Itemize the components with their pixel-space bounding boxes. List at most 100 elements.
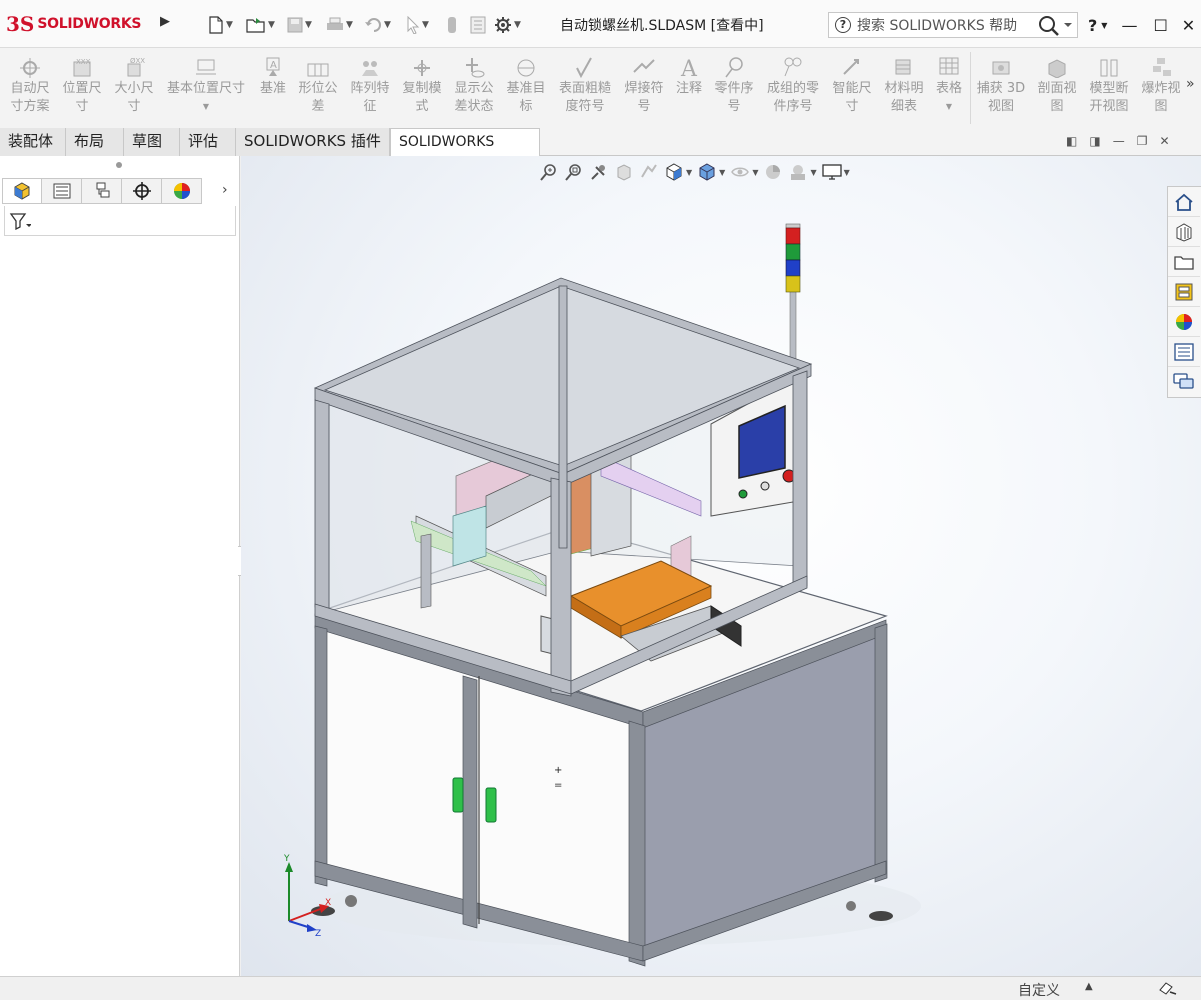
- print-icon: [327, 17, 343, 30]
- ribbon-note[interactable]: A 注释: [672, 54, 706, 98]
- cursor-arrow-icon: [407, 16, 420, 34]
- show-tolerance-status-icon: [466, 58, 485, 78]
- graphics-area[interactable]: ▼ ▼ ▼ ▼ ▼ + = Y X Z: [241, 156, 1201, 976]
- ribbon-datum[interactable]: A 基准: [254, 54, 292, 98]
- solidworks-logo[interactable]: 3S SOLIDWORKS: [6, 6, 156, 42]
- ribbon-exploded-view[interactable]: 爆炸视 图: [1136, 54, 1186, 116]
- ribbon-stacked-balloon[interactable]: 成组的零 件序号: [762, 54, 824, 116]
- open-document-button[interactable]: ▼: [246, 14, 275, 36]
- appearances-tab[interactable]: [1168, 307, 1200, 337]
- panel-grip-handle[interactable]: [116, 162, 122, 168]
- crosshair-icon: [132, 182, 151, 200]
- ribbon-weld-symbol[interactable]: 焊接符 号: [620, 54, 668, 116]
- axis-y-label: Y: [283, 854, 290, 864]
- task-pane-tabs: [1167, 186, 1201, 398]
- configuration-manager-tab[interactable]: [82, 178, 122, 204]
- svg-text:A: A: [680, 57, 698, 78]
- ribbon-show-tolerance-status[interactable]: 显示公 差状态: [450, 54, 498, 116]
- ribbon-label: 自动尺 寸方案: [10, 81, 50, 114]
- ribbon-label: 阵列特 征: [350, 81, 390, 114]
- display-manager-tab[interactable]: [162, 178, 202, 204]
- tab-assembly[interactable]: 装配体: [0, 128, 66, 156]
- ribbon-size-dimension[interactable]: ØXX 大小尺 寸: [110, 54, 158, 116]
- ribbon-location-dimension[interactable]: XXX 位置尺 寸: [58, 54, 106, 116]
- doc-close-button[interactable]: ✕: [1159, 134, 1169, 148]
- ribbon-label: 基准: [259, 81, 286, 96]
- file-properties-button[interactable]: [470, 14, 486, 36]
- tab-solidworks-addins[interactable]: SOLIDWORKS 插件: [236, 128, 390, 156]
- save-button[interactable]: ▼: [287, 14, 312, 36]
- help-menu-button[interactable]: ?: [1088, 16, 1097, 35]
- chevron-down-icon[interactable]: ▼: [1101, 21, 1107, 30]
- chevron-right-icon[interactable]: ›: [222, 182, 228, 198]
- ribbon-bom[interactable]: 材料明 细表: [880, 54, 928, 116]
- search-box[interactable]: ? 搜索 SOLIDWORKS 帮助: [828, 12, 1078, 38]
- dimxpert-manager-tab[interactable]: [122, 178, 162, 204]
- tab-evaluate[interactable]: 评估: [180, 128, 236, 156]
- open-folder-icon: [246, 18, 265, 33]
- ribbon-auto-dimension[interactable]: 自动尺 寸方案: [6, 54, 54, 116]
- assembly-cube-icon: [14, 182, 30, 200]
- tile-right-icon[interactable]: ◨: [1089, 134, 1100, 148]
- tab-solidworks-mbd[interactable]: SOLIDWORKS MBD: [390, 128, 540, 177]
- ribbon-separator: [970, 52, 971, 124]
- help-question-icon[interactable]: ?: [835, 17, 851, 33]
- datum-icon: A: [266, 57, 280, 76]
- assembly-model[interactable]: + = Y X Z: [241, 156, 1201, 976]
- ribbon-datum-target[interactable]: 基准目 标: [502, 54, 550, 116]
- ribbon-balloon[interactable]: 零件序 号: [710, 54, 758, 116]
- doc-minimize-button[interactable]: —: [1113, 134, 1125, 148]
- auto-dimension-icon: [20, 58, 40, 78]
- ribbon-more-button[interactable]: »: [1186, 76, 1195, 92]
- undo-button[interactable]: ▼: [364, 14, 391, 36]
- design-library-icon: [1176, 222, 1192, 242]
- design-library-tab[interactable]: [1168, 217, 1200, 247]
- tab-sketch[interactable]: 草图: [124, 128, 180, 156]
- solidworks-forum-tab[interactable]: [1168, 367, 1200, 397]
- basic-location-dimension-icon: [196, 59, 216, 75]
- solidworks-resources-tab[interactable]: [1168, 187, 1200, 217]
- ribbon-pattern-feature[interactable]: 阵列特 征: [346, 54, 394, 116]
- custom-properties-tab[interactable]: [1168, 337, 1200, 367]
- ribbon-section-view[interactable]: 剖面视 图: [1032, 54, 1082, 116]
- chevron-down-icon: ▼: [268, 20, 275, 30]
- ribbon-smart-dimension[interactable]: 智能尺 寸: [828, 54, 876, 116]
- search-icon[interactable]: [1037, 14, 1073, 36]
- ribbon-capture-3d-view[interactable]: 捕获 3D 视图: [974, 54, 1028, 116]
- title-bar: 3S SOLIDWORKS ▶ ▼ ▼ ▼ ▼ ▼ ▼ ▼ 自动锁螺丝机.SLD…: [0, 0, 1201, 48]
- rebuild-status-icon[interactable]: [1158, 980, 1178, 1000]
- file-explorer-tab[interactable]: [1168, 247, 1200, 277]
- ribbon-geometric-tolerance[interactable]: 形位公 差: [294, 54, 342, 116]
- tab-layout[interactable]: 布局: [66, 128, 124, 156]
- new-document-button[interactable]: ▼: [208, 14, 233, 36]
- maximize-button[interactable]: ☐: [1153, 16, 1167, 35]
- property-manager-tab[interactable]: [42, 178, 82, 204]
- print-button[interactable]: ▼: [326, 14, 353, 36]
- doc-restore-button[interactable]: ❐: [1137, 134, 1148, 148]
- rebuild-button[interactable]: [446, 14, 458, 36]
- feature-manager-tab[interactable]: [2, 178, 42, 204]
- ribbon-basic-location-dimension[interactable]: 基本位置尺寸 ▼: [162, 54, 250, 116]
- tile-left-icon[interactable]: ◧: [1066, 134, 1077, 148]
- chevron-up-icon[interactable]: ▲: [1085, 981, 1093, 992]
- ribbon-label: 大小尺 寸: [114, 81, 154, 114]
- ds-logo-mark: 3S: [6, 12, 35, 36]
- ribbon-copy-scheme[interactable]: 复制模 式: [398, 54, 446, 116]
- minimize-button[interactable]: —: [1121, 16, 1137, 35]
- svg-text:A: A: [270, 60, 277, 71]
- unit-system-selector[interactable]: 自定义: [1018, 980, 1060, 1000]
- tree-filter-button[interactable]: [4, 206, 236, 236]
- filter-icon: [9, 212, 31, 230]
- chevron-down-icon: ▼: [305, 20, 312, 30]
- exploded-view-icon: [1153, 58, 1171, 76]
- ribbon-table[interactable]: 表格 ▼: [930, 54, 968, 116]
- ribbon-model-break-view[interactable]: 模型断 开视图: [1084, 54, 1134, 116]
- options-button[interactable]: ▼: [494, 14, 521, 36]
- close-button[interactable]: ✕: [1182, 16, 1195, 35]
- ribbon-surface-finish[interactable]: 表面粗糙 度符号: [554, 54, 616, 116]
- search-input[interactable]: 搜索 SOLIDWORKS 帮助: [857, 15, 1037, 35]
- select-button[interactable]: ▼: [406, 14, 429, 36]
- view-palette-tab[interactable]: [1168, 277, 1200, 307]
- axis-z-label: Z: [315, 929, 321, 939]
- menu-expand-arrow-icon[interactable]: ▶: [160, 14, 170, 29]
